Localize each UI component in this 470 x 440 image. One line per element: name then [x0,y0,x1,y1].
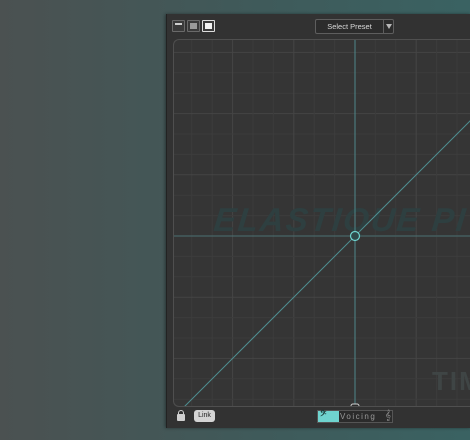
preset-divider [383,20,384,33]
lock-icon[interactable] [177,410,185,421]
toolbar: Select Preset [167,14,470,38]
pitch-graph[interactable]: ELASTIQUE PITCH 2 TIM [173,39,470,407]
view-mode-half-button[interactable] [187,20,200,32]
treble-clef-icon: 𝄞 [385,410,391,421]
bottom-drag-handle[interactable] [350,403,360,407]
bottom-bar: Link 𝄢 Voicing 𝄞 [167,408,470,428]
view-mode-single-line-button[interactable] [172,20,185,32]
plugin-panel: Select Preset ELASTIQUE PITCH 2 TIM Link… [166,14,470,428]
view-mode-full-button[interactable] [202,20,215,32]
curve-layer [174,40,470,407]
chevron-down-icon[interactable] [386,24,392,29]
pitch-curve [184,120,470,406]
voicing-label: Voicing [340,412,377,421]
center-node-handle[interactable] [349,230,361,242]
link-button[interactable]: Link [194,410,215,422]
bass-clef-icon: 𝄢 [320,410,327,421]
voicing-slider[interactable]: 𝄢 Voicing 𝄞 [317,410,393,423]
preset-label: Select Preset [327,22,372,31]
preset-dropdown[interactable]: Select Preset [315,19,394,34]
